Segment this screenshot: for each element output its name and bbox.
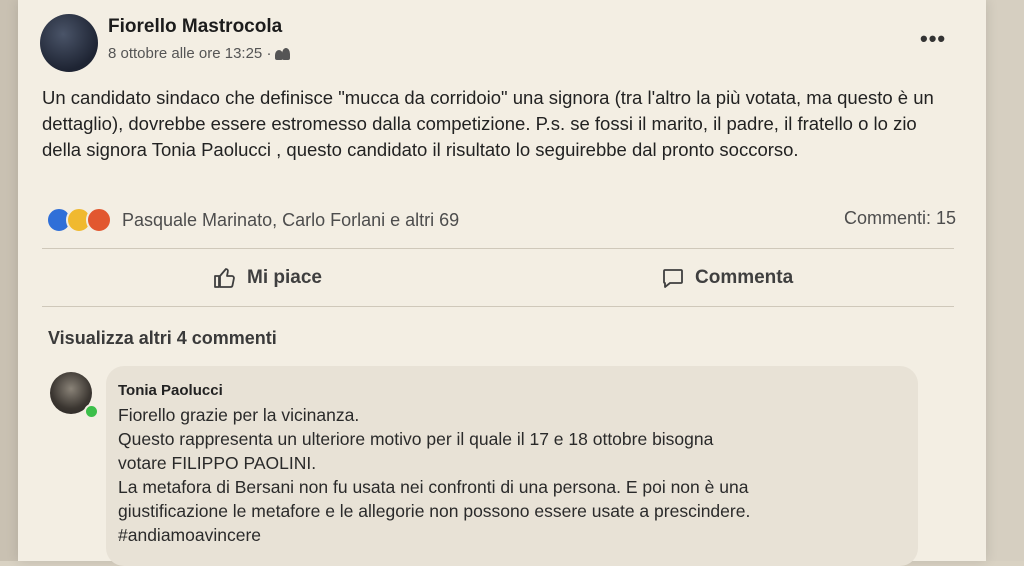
comments-count[interactable]: Commenti: 15 (844, 208, 956, 229)
comment-line: Fiorello grazie per la vicinanza. (118, 405, 360, 425)
divider-top (42, 248, 954, 249)
comment-author[interactable]: Tonia Paolucci (118, 382, 223, 399)
reactors-text[interactable]: Pasquale Marinato, Carlo Forlani e altri… (122, 210, 459, 231)
like-button[interactable]: Mi piace (213, 266, 322, 290)
online-status-indicator (84, 404, 99, 419)
divider-bottom (42, 306, 954, 307)
post-text: Un candidato sindaco che definisce "mucc… (42, 87, 934, 160)
like-button-label: Mi piace (247, 267, 322, 288)
comment-hashtag[interactable]: #andiamoavincere (118, 523, 898, 547)
post-timestamp[interactable]: 8 ottobre alle ore 13:25 · (108, 45, 271, 62)
comment-line: Questo rappresenta un ulteriore motivo p… (118, 429, 714, 449)
thumbs-up-icon (214, 268, 235, 288)
comment-button[interactable]: Commenta (661, 266, 793, 290)
background-edge-left (0, 0, 18, 561)
comment-line: La metafora di Bersani non fu usata nei … (118, 477, 749, 497)
author-avatar[interactable] (40, 14, 98, 72)
reactions-summary[interactable]: Pasquale Marinato, Carlo Forlani e altri… (46, 207, 459, 233)
background-edge-right (986, 0, 1024, 561)
friends-icon (275, 47, 291, 60)
post-card: Fiorello Mastrocola 8 ottobre alle ore 1… (18, 0, 986, 566)
comment-text: Fiorello grazie per la vicinanza. Questo… (118, 403, 898, 547)
comment-icon (663, 269, 683, 288)
more-options-button[interactable]: ••• (920, 26, 946, 52)
post-meta: 8 ottobre alle ore 13:25 · (108, 45, 291, 62)
post-author[interactable]: Fiorello Mastrocola (108, 16, 282, 38)
comment-button-label: Commenta (695, 267, 794, 288)
show-more-comments-link[interactable]: Visualizza altri 4 commenti (48, 328, 277, 349)
angry-reaction-icon (86, 207, 112, 233)
comment-line: giustificazione le metafore e le allegor… (118, 501, 751, 521)
comment-line: votare FILIPPO PAOLINI. (118, 453, 317, 473)
